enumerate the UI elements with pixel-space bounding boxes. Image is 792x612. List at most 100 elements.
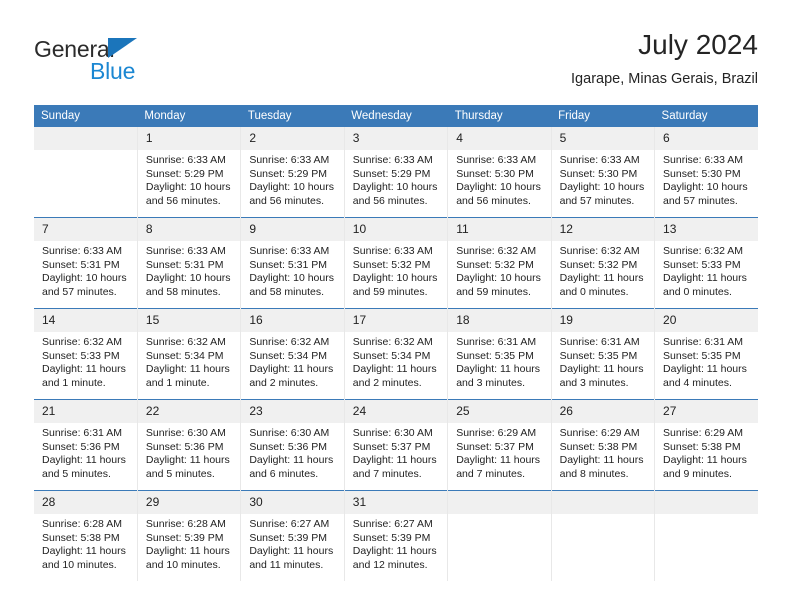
daylight-text-line1: Daylight: 10 hours — [456, 181, 541, 194]
day-cell[interactable]: 17 Sunrise: 6:32 AM Sunset: 5:34 PM Dayl… — [343, 308, 449, 400]
day-cell[interactable] — [447, 490, 552, 581]
daylight-text-line2: and 57 minutes. — [42, 285, 117, 298]
daylight-text-line2: and 11 minutes. — [249, 558, 324, 571]
calendar-week-row: 14 Sunrise: 6:32 AM Sunset: 5:33 PM Dayl… — [34, 308, 758, 400]
day-cell[interactable]: 21 Sunrise: 6:31 AM Sunset: 5:36 PM Dayl… — [34, 399, 138, 491]
sunrise-text: Sunrise: 6:30 AM — [249, 427, 330, 439]
weekday-header-saturday: Saturday — [654, 105, 758, 127]
daylight-text-line1: Daylight: 10 hours — [559, 181, 645, 194]
daylight-text-line2: and 7 minutes. — [352, 467, 422, 480]
day-number: 22 — [137, 400, 241, 423]
sunset-text: Sunset: 5:32 PM — [456, 258, 534, 271]
daylight-text-line2: and 56 minutes. — [249, 194, 325, 207]
day-cell[interactable]: 19 Sunrise: 6:31 AM Sunset: 5:35 PM Dayl… — [550, 308, 656, 400]
day-cell[interactable]: 15 Sunrise: 6:32 AM Sunset: 5:34 PM Dayl… — [136, 308, 242, 400]
sunset-text: Sunset: 5:34 PM — [352, 349, 431, 362]
day-cell[interactable]: 1 Sunrise: 6:33 AM Sunset: 5:29 PM Dayli… — [136, 127, 242, 218]
day-details: Sunrise: 6:33 AM Sunset: 5:31 PM Dayligh… — [241, 241, 343, 299]
day-details: Sunrise: 6:30 AM Sunset: 5:36 PM Dayligh… — [138, 423, 240, 481]
day-cell[interactable] — [550, 490, 656, 581]
daylight-text-line1: Daylight: 11 hours — [352, 545, 437, 558]
day-details: Sunrise: 6:29 AM Sunset: 5:38 PM Dayligh… — [655, 423, 758, 481]
day-details: Sunrise: 6:30 AM Sunset: 5:36 PM Dayligh… — [241, 423, 343, 481]
daylight-text-line2: and 56 minutes. — [456, 194, 531, 207]
day-cell[interactable]: 3 Sunrise: 6:33 AM Sunset: 5:29 PM Dayli… — [343, 127, 449, 218]
daylight-text-line2: and 1 minute. — [42, 376, 106, 389]
day-cell[interactable]: 31 Sunrise: 6:27 AM Sunset: 5:39 PM Dayl… — [343, 490, 449, 581]
day-cell[interactable]: 30 Sunrise: 6:27 AM Sunset: 5:39 PM Dayl… — [240, 490, 345, 581]
sunrise-text: Sunrise: 6:33 AM — [145, 245, 226, 257]
day-number: 24 — [344, 400, 448, 423]
sunset-text: Sunset: 5:38 PM — [663, 440, 741, 453]
day-cell[interactable]: 4 Sunrise: 6:33 AM Sunset: 5:30 PM Dayli… — [447, 127, 552, 218]
day-cell[interactable]: 27 Sunrise: 6:29 AM Sunset: 5:38 PM Dayl… — [654, 399, 758, 491]
daylight-text-line2: and 3 minutes. — [456, 376, 526, 389]
calendar-week-row: 1 Sunrise: 6:33 AM Sunset: 5:29 PM Dayli… — [34, 127, 758, 218]
sunset-text: Sunset: 5:35 PM — [663, 349, 741, 362]
day-number: 26 — [551, 400, 655, 423]
daylight-text-line1: Daylight: 11 hours — [42, 454, 126, 467]
sunrise-text: Sunrise: 6:32 AM — [456, 245, 537, 257]
generalblue-logo[interactable]: General Blue — [34, 36, 214, 88]
day-cell[interactable]: 16 Sunrise: 6:32 AM Sunset: 5:34 PM Dayl… — [240, 308, 345, 400]
day-number: 4 — [448, 127, 551, 150]
day-cell[interactable]: 14 Sunrise: 6:32 AM Sunset: 5:33 PM Dayl… — [34, 308, 138, 400]
day-cell[interactable]: 11 Sunrise: 6:32 AM Sunset: 5:32 PM Dayl… — [447, 217, 552, 309]
day-cell[interactable]: 5 Sunrise: 6:33 AM Sunset: 5:30 PM Dayli… — [550, 127, 656, 218]
day-cell[interactable]: 23 Sunrise: 6:30 AM Sunset: 5:36 PM Dayl… — [240, 399, 345, 491]
daylight-text-line1: Daylight: 11 hours — [559, 363, 644, 376]
calendar-week-row: 21 Sunrise: 6:31 AM Sunset: 5:36 PM Dayl… — [34, 399, 758, 491]
day-cell[interactable]: 2 Sunrise: 6:33 AM Sunset: 5:29 PM Dayli… — [240, 127, 345, 218]
daylight-text-line2: and 6 minutes. — [249, 467, 319, 480]
weekday-header-thursday: Thursday — [447, 105, 552, 127]
day-cell[interactable] — [654, 490, 758, 581]
day-cell[interactable]: 18 Sunrise: 6:31 AM Sunset: 5:35 PM Dayl… — [447, 308, 552, 400]
day-cell[interactable]: 8 Sunrise: 6:33 AM Sunset: 5:31 PM Dayli… — [136, 217, 242, 309]
day-cell[interactable]: 29 Sunrise: 6:28 AM Sunset: 5:39 PM Dayl… — [136, 490, 242, 581]
day-details: Sunrise: 6:33 AM Sunset: 5:30 PM Dayligh… — [552, 150, 654, 208]
day-details — [448, 514, 550, 518]
day-cell[interactable]: 6 Sunrise: 6:33 AM Sunset: 5:30 PM Dayli… — [654, 127, 758, 218]
day-details: Sunrise: 6:29 AM Sunset: 5:37 PM Dayligh… — [448, 423, 550, 481]
sunrise-text: Sunrise: 6:27 AM — [352, 518, 433, 530]
sunrise-text: Sunrise: 6:30 AM — [352, 427, 433, 439]
day-number — [551, 491, 655, 514]
sunrise-text: Sunrise: 6:28 AM — [42, 518, 122, 530]
day-cell[interactable]: 24 Sunrise: 6:30 AM Sunset: 5:37 PM Dayl… — [343, 399, 449, 491]
page-subtitle: Igarape, Minas Gerais, Brazil — [571, 71, 758, 87]
daylight-text-line1: Daylight: 11 hours — [663, 363, 747, 376]
daylight-text-line1: Daylight: 11 hours — [145, 363, 230, 376]
sunrise-text: Sunrise: 6:28 AM — [145, 518, 226, 530]
weekday-header-monday: Monday — [137, 105, 241, 127]
day-cell[interactable] — [34, 127, 138, 218]
sunrise-text: Sunrise: 6:32 AM — [559, 245, 640, 257]
sunrise-text: Sunrise: 6:32 AM — [663, 245, 743, 257]
day-cell[interactable]: 26 Sunrise: 6:29 AM Sunset: 5:38 PM Dayl… — [550, 399, 656, 491]
day-number — [34, 127, 137, 150]
day-cell[interactable]: 13 Sunrise: 6:32 AM Sunset: 5:33 PM Dayl… — [654, 217, 758, 309]
day-number: 28 — [34, 491, 137, 514]
day-cell[interactable]: 9 Sunrise: 6:33 AM Sunset: 5:31 PM Dayli… — [240, 217, 345, 309]
sunrise-text: Sunrise: 6:32 AM — [352, 336, 433, 348]
daylight-text-line2: and 2 minutes. — [352, 376, 422, 389]
day-number: 29 — [137, 491, 241, 514]
day-number: 17 — [344, 309, 448, 332]
day-number: 10 — [344, 218, 448, 241]
day-cell[interactable]: 7 Sunrise: 6:33 AM Sunset: 5:31 PM Dayli… — [34, 217, 138, 309]
weekday-header-sunday: Sunday — [34, 105, 138, 127]
sunset-text: Sunset: 5:32 PM — [559, 258, 638, 271]
day-cell[interactable]: 25 Sunrise: 6:29 AM Sunset: 5:37 PM Dayl… — [447, 399, 552, 491]
day-number — [655, 491, 758, 514]
day-cell[interactable]: 22 Sunrise: 6:30 AM Sunset: 5:36 PM Dayl… — [136, 399, 242, 491]
daylight-text-line1: Daylight: 11 hours — [663, 272, 747, 285]
sunrise-text: Sunrise: 6:31 AM — [456, 336, 537, 348]
day-cell[interactable]: 10 Sunrise: 6:33 AM Sunset: 5:32 PM Dayl… — [343, 217, 449, 309]
day-cell[interactable]: 12 Sunrise: 6:32 AM Sunset: 5:32 PM Dayl… — [550, 217, 656, 309]
calendar-page: General Blue July 2024 Igarape, Minas Ge… — [0, 0, 792, 612]
daylight-text-line2: and 57 minutes. — [663, 194, 738, 207]
sunrise-text: Sunrise: 6:33 AM — [352, 154, 433, 166]
sunrise-text: Sunrise: 6:33 AM — [42, 245, 122, 257]
sunset-text: Sunset: 5:33 PM — [42, 349, 120, 362]
day-cell[interactable]: 28 Sunrise: 6:28 AM Sunset: 5:38 PM Dayl… — [34, 490, 138, 581]
day-cell[interactable]: 20 Sunrise: 6:31 AM Sunset: 5:35 PM Dayl… — [654, 308, 758, 400]
